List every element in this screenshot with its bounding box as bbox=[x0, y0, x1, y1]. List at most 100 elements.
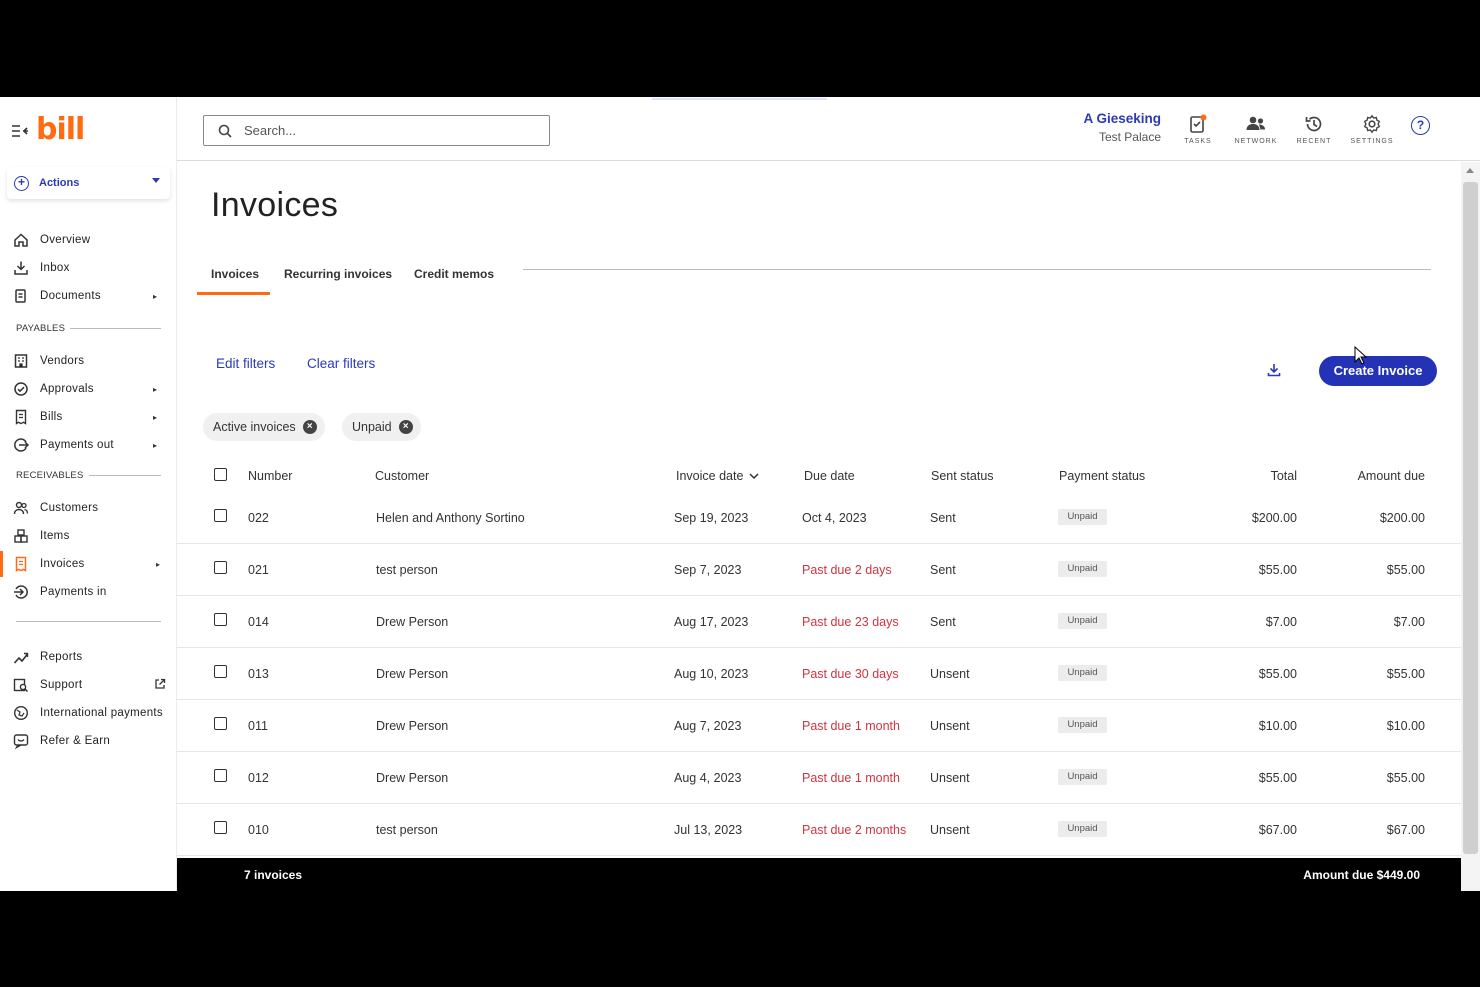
sidebar-item-payments-out[interactable]: Payments out ▸ bbox=[0, 432, 177, 458]
vertical-scrollbar[interactable] bbox=[1461, 162, 1480, 891]
invoice-number-cell[interactable]: 022 bbox=[248, 511, 269, 525]
sidebar-item-refer-and-earn[interactable]: Refer & Earn bbox=[0, 728, 177, 754]
chevron-right-icon: ▸ bbox=[153, 412, 158, 422]
invoice-number-cell[interactable]: 012 bbox=[248, 771, 269, 785]
sidebar-item-label: Payments out bbox=[40, 439, 114, 451]
search-icon bbox=[218, 124, 232, 138]
customer-cell: Helen and Anthony Sortino bbox=[376, 511, 525, 525]
search-placeholder: Search... bbox=[244, 123, 297, 138]
total-cell: $67.00 bbox=[1258, 823, 1297, 837]
remove-filter-icon[interactable]: × bbox=[398, 420, 413, 434]
mouse-cursor-icon bbox=[1354, 345, 1368, 371]
settings-button[interactable]: SETTINGS bbox=[1342, 113, 1402, 145]
recent-button[interactable]: RECENT bbox=[1284, 113, 1344, 145]
bill-logo[interactable]: bill bbox=[36, 112, 85, 147]
scrollbar-thumb[interactable] bbox=[1463, 182, 1478, 854]
invoice-date-cell: Aug 7, 2023 bbox=[674, 719, 742, 733]
customer-cell: Drew Person bbox=[376, 771, 449, 785]
row-checkbox[interactable] bbox=[214, 509, 227, 522]
due-date-cell: Past due 1 month bbox=[802, 719, 900, 733]
network-button[interactable]: NETWORK bbox=[1226, 113, 1286, 145]
tab-credit-memos[interactable]: Credit memos bbox=[414, 267, 494, 281]
column-header-sent-status[interactable]: Sent status bbox=[931, 469, 994, 483]
sidebar-item-reports[interactable]: Reports bbox=[0, 644, 177, 670]
bills-icon bbox=[13, 409, 29, 425]
table-row[interactable]: 010 test person Jul 13, 2023 Past due 2 mon… bbox=[177, 804, 1461, 856]
external-link-icon bbox=[154, 678, 166, 693]
download-icon[interactable] bbox=[1267, 363, 1281, 382]
globe-payment-icon bbox=[13, 705, 29, 721]
tab-invoices[interactable]: Invoices bbox=[211, 267, 259, 281]
sidebar-item-inbox[interactable]: Inbox bbox=[0, 255, 177, 281]
clear-filters-link[interactable]: Clear filters bbox=[307, 356, 375, 371]
row-checkbox[interactable] bbox=[214, 769, 227, 782]
edit-filters-link[interactable]: Edit filters bbox=[216, 356, 275, 371]
row-checkbox[interactable] bbox=[214, 561, 227, 574]
row-checkbox[interactable] bbox=[214, 613, 227, 626]
sidebar-item-items[interactable]: Items bbox=[0, 523, 177, 549]
chevron-right-icon: ▸ bbox=[156, 559, 161, 569]
table-row[interactable]: 022 Helen and Anthony Sortino Sep 19, 2023… bbox=[177, 492, 1461, 544]
column-header-invoice-date[interactable]: Invoice date bbox=[676, 469, 759, 483]
row-checkbox[interactable] bbox=[214, 665, 227, 678]
sidebar-item-label: Overview bbox=[40, 234, 91, 246]
sidebar-item-label: Reports bbox=[40, 651, 83, 663]
column-header-due-date[interactable]: Due date bbox=[804, 469, 855, 483]
column-header-customer[interactable]: Customer bbox=[375, 469, 429, 483]
sidebar-item-documents[interactable]: Documents ▸ bbox=[0, 283, 177, 309]
invoice-date-cell: Sep 19, 2023 bbox=[674, 511, 749, 525]
invoice-number-cell[interactable]: 021 bbox=[248, 563, 269, 577]
tab-recurring-invoices[interactable]: Recurring invoices bbox=[284, 267, 392, 281]
sidebar-item-label: International payments bbox=[40, 707, 163, 719]
sidebar-item-support[interactable]: Support bbox=[0, 672, 177, 698]
total-cell: $7.00 bbox=[1265, 615, 1297, 629]
scroll-up-arrow-icon[interactable] bbox=[1466, 168, 1474, 173]
tasks-button[interactable]: TASKS bbox=[1168, 113, 1228, 145]
create-invoice-button[interactable]: Create Invoice bbox=[1319, 356, 1437, 386]
invoice-number-cell[interactable]: 013 bbox=[248, 667, 269, 681]
user-account[interactable]: A Gieseking Test Palace bbox=[1067, 111, 1161, 144]
payment-status-badge: Unpaid bbox=[1058, 769, 1107, 785]
remove-filter-icon[interactable]: × bbox=[302, 420, 317, 434]
table-row[interactable]: 021 test person Sep 7, 2023 Past due 2 days… bbox=[177, 544, 1461, 596]
select-all-checkbox[interactable] bbox=[214, 468, 227, 481]
column-header-total[interactable]: Total bbox=[1197, 469, 1297, 483]
actions-button[interactable]: + Actions bbox=[7, 167, 170, 199]
due-date-cell: Past due 2 months bbox=[802, 823, 907, 837]
sidebar-item-approvals[interactable]: Approvals ▸ bbox=[0, 376, 177, 402]
invoice-number-cell[interactable]: 010 bbox=[248, 823, 269, 837]
sidebar-item-customers[interactable]: Customers bbox=[0, 495, 177, 521]
column-header-number[interactable]: Number bbox=[248, 469, 292, 483]
table-row[interactable]: 012 Drew Person Aug 4, 2023 Past due 1 mont… bbox=[177, 752, 1461, 804]
search-input[interactable]: Search... bbox=[203, 115, 550, 146]
collapse-menu-icon[interactable] bbox=[11, 124, 29, 138]
invoice-number-cell[interactable]: 014 bbox=[248, 615, 269, 629]
sidebar-item-label: Vendors bbox=[40, 355, 85, 367]
table-row[interactable]: 013 Drew Person Aug 10, 2023 Past due 30 da… bbox=[177, 648, 1461, 700]
inbox-download-icon bbox=[13, 260, 29, 276]
column-header-amount-due[interactable]: Amount due bbox=[1325, 469, 1425, 483]
total-cell: $200.00 bbox=[1251, 511, 1297, 525]
row-checkbox[interactable] bbox=[214, 821, 227, 834]
network-label: NETWORK bbox=[1234, 138, 1278, 145]
invoice-date-cell: Sep 7, 2023 bbox=[674, 563, 742, 577]
vendors-icon bbox=[13, 353, 29, 369]
sort-chevron-down-icon bbox=[749, 473, 759, 480]
table-row[interactable]: 011 Drew Person Aug 7, 2023 Past due 1 mont… bbox=[177, 700, 1461, 752]
column-header-payment-status[interactable]: Payment status bbox=[1059, 469, 1145, 483]
invoice-number-cell[interactable]: 011 bbox=[248, 719, 268, 733]
sidebar-item-vendors[interactable]: Vendors bbox=[0, 348, 177, 374]
help-icon[interactable]: ? bbox=[1411, 116, 1430, 135]
sidebar-item-bills[interactable]: Bills ▸ bbox=[0, 404, 177, 430]
amount-due-cell: $200.00 bbox=[1379, 511, 1425, 525]
support-book-icon bbox=[13, 677, 29, 693]
amount-due-cell: $55.00 bbox=[1386, 563, 1425, 577]
payment-status-badge: Unpaid bbox=[1058, 717, 1107, 733]
sidebar-item-overview[interactable]: Overview bbox=[0, 227, 177, 253]
row-checkbox[interactable] bbox=[214, 717, 227, 730]
table-row[interactable]: 014 Drew Person Aug 17, 2023 Past due 23 da… bbox=[177, 596, 1461, 648]
sidebar-item-payments-in[interactable]: Payments in bbox=[0, 579, 177, 605]
sidebar-item-invoices[interactable]: Invoices ▸ bbox=[0, 551, 177, 577]
payment-status-badge: Unpaid bbox=[1058, 561, 1107, 577]
sidebar-item-international-payments[interactable]: International payments bbox=[0, 700, 177, 726]
